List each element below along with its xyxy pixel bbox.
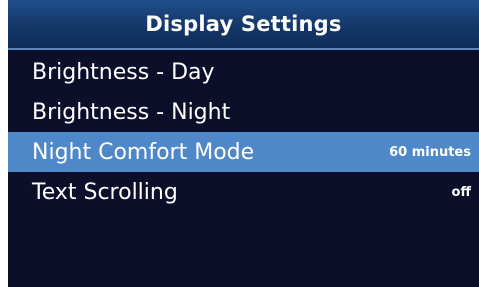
menu-item-label: Night Comfort Mode <box>32 139 255 165</box>
display-settings-screen: Display Settings Brightness - Day Bright… <box>8 0 479 287</box>
menu-item-label: Brightness - Day <box>32 59 215 85</box>
menu-item-brightness-night[interactable]: Brightness - Night <box>8 92 479 132</box>
menu-item-value: 60 minutes <box>389 144 471 160</box>
header-bar: Display Settings <box>8 0 479 50</box>
page-title: Display Settings <box>145 12 342 36</box>
settings-menu: Brightness - Day Brightness - Night Nigh… <box>8 52 479 212</box>
menu-item-night-comfort-mode[interactable]: Night Comfort Mode 60 minutes <box>8 132 479 172</box>
menu-item-value: off <box>451 184 471 200</box>
menu-item-label: Brightness - Night <box>32 99 231 125</box>
menu-item-label: Text Scrolling <box>32 179 178 205</box>
menu-item-brightness-day[interactable]: Brightness - Day <box>8 52 479 92</box>
menu-item-text-scrolling[interactable]: Text Scrolling off <box>8 172 479 212</box>
